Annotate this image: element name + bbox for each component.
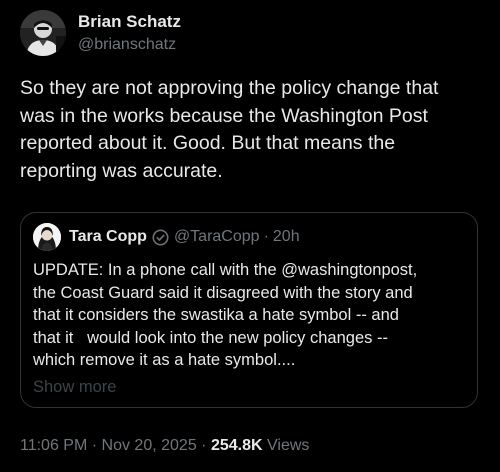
author-handle[interactable]: @brianschatz <box>78 34 181 56</box>
verified-badge-icon <box>152 229 169 246</box>
separator-dot: · <box>91 437 98 454</box>
tweet-date[interactable]: Nov 20, 2025 <box>102 437 197 454</box>
tweet-time[interactable]: 11:06 PM <box>20 437 87 454</box>
profile-photo-icon <box>20 10 66 56</box>
quoted-tweet-text: UPDATE: In a phone call with the @washin… <box>33 261 418 369</box>
quoted-timestamp: 20h <box>272 228 300 245</box>
tweet-header: Brian Schatz @brianschatz <box>20 10 181 56</box>
author-display-name[interactable]: Brian Schatz <box>78 11 181 33</box>
quoted-author-display-name: Tara Copp <box>69 228 147 245</box>
quoted-author-handle: @TaraCopp <box>173 228 260 245</box>
views-count: 254.8K <box>210 437 263 454</box>
views-label: Views <box>267 437 310 454</box>
author-names: Brian Schatz @brianschatz <box>78 11 181 56</box>
author-avatar[interactable] <box>20 10 66 56</box>
separator-dot: · <box>263 228 269 245</box>
tweet-meta: 11:06 PM · Nov 20, 2025 · 254.8K Views <box>20 437 309 455</box>
tweet: Brian Schatz @brianschatz So they are no… <box>0 0 500 472</box>
show-more-link[interactable]: Show more <box>33 378 116 397</box>
quoted-author-avatar <box>33 223 61 251</box>
profile-photo-icon <box>33 223 61 251</box>
quoted-tweet-header: Tara Copp @TaraCopp · 20h <box>33 223 300 251</box>
quoted-tweet[interactable]: Tara Copp @TaraCopp · 20h UPDATE: In a p… <box>20 212 478 408</box>
separator-dot: · <box>201 437 207 454</box>
tweet-text: So they are not approving the policy cha… <box>20 77 439 182</box>
